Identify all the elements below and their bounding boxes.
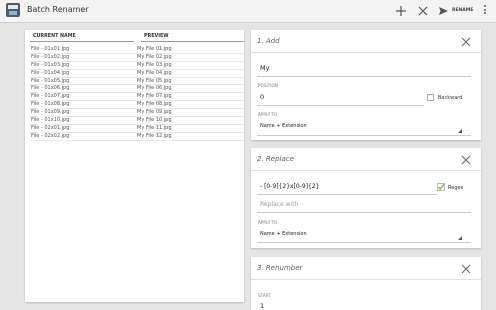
close-icon[interactable]: [416, 4, 430, 18]
preview-name-cell: My File 03.jpg: [137, 61, 172, 68]
preview-name-cell: My File 09.jpg: [137, 109, 172, 116]
add-card-title: 1. Add: [257, 37, 280, 45]
table-row[interactable]: File - 01x04.jpg My File 04.jpg: [30, 70, 244, 78]
current-name-cell: File - 02x02.jpg: [31, 132, 70, 139]
preview-name-cell: My File 01.jpg: [137, 46, 172, 52]
select-underline: [257, 242, 471, 243]
preview-name-cell: My File 02.jpg: [137, 53, 172, 60]
current-name-cell: File - 01x01.jpg: [31, 46, 70, 52]
current-name-cell: File - 01x04.jpg: [31, 69, 70, 76]
table-row[interactable]: File - 01x05.jpg My File 05.jpg: [30, 78, 244, 86]
preview-name-cell: My File 06.jpg: [137, 85, 172, 92]
file-list-panel: CURRENT NAME PREVIEW File - 01x01.jpg My …: [25, 30, 244, 302]
current-name-cell: File - 01x08.jpg: [31, 101, 70, 108]
preview-name-cell: My File 07.jpg: [137, 93, 172, 100]
preview-name-cell: My File 05.jpg: [137, 77, 172, 84]
current-name-cell: File - 01x03.jpg: [31, 61, 70, 68]
batch-renamer-icon: [6, 3, 20, 17]
close-icon[interactable]: [461, 264, 471, 274]
renumber-action-card: 3. Renumber START 1: [251, 257, 481, 310]
dropdown-corner-icon: [458, 129, 462, 133]
file-table-body: File - 01x01.jpg My File 01.jpg File - 01x…: [30, 46, 244, 141]
close-icon[interactable]: [461, 37, 471, 47]
add-text-input[interactable]: My: [260, 64, 269, 72]
action-bar: Batch Renamer RENAME: [0, 0, 496, 23]
backward-label: Backward: [438, 95, 463, 101]
rename-button[interactable]: RENAME: [452, 8, 473, 13]
input-underline: [257, 194, 437, 195]
current-name-cell: File - 01x10.jpg: [31, 117, 70, 124]
replace-action-card: 2. Replace - [0-9]{2}x[0-9]{2} Regex Rep…: [251, 148, 481, 248]
start-label: START: [258, 293, 271, 298]
table-row[interactable]: File - 02x02.jpg My File 12.jpg: [30, 133, 244, 141]
position-label: POSITION: [258, 83, 278, 88]
close-icon[interactable]: [461, 155, 471, 165]
preview-name-cell: My File 11.jpg: [137, 124, 172, 131]
input-underline: [257, 212, 471, 213]
column-header-preview[interactable]: PREVIEW: [141, 34, 244, 42]
card-divider: [251, 52, 481, 53]
table-row[interactable]: File - 01x07.jpg My File 07.jpg: [30, 93, 244, 102]
send-icon[interactable]: [436, 4, 450, 18]
apply-to-select[interactable]: Name + Extension: [260, 231, 307, 237]
find-pattern-input[interactable]: - [0-9]{2}x[0-9]{2}: [260, 183, 320, 190]
current-name-cell: File - 01x07.jpg: [31, 93, 70, 100]
current-name-cell: File - 01x06.jpg: [31, 85, 70, 92]
regex-label: Regex: [448, 185, 464, 191]
preview-name-cell: My File 04.jpg: [137, 69, 172, 76]
column-header-current-name[interactable]: CURRENT NAME: [30, 34, 134, 42]
apply-to-label: APPLY TO: [258, 220, 278, 225]
plus-icon[interactable]: [394, 4, 408, 18]
dropdown-corner-icon: [458, 236, 462, 240]
table-row[interactable]: File - 01x06.jpg My File 06.jpg: [30, 85, 244, 94]
table-row[interactable]: File - 01x02.jpg My File 02.jpg: [30, 54, 244, 62]
add-action-card: 1. Add My POSITION 0 Backward APPLY TO N…: [251, 30, 481, 140]
replace-card-title: 2. Replace: [257, 155, 294, 163]
table-row[interactable]: File - 01x09.jpg My File 09.jpg: [30, 109, 244, 118]
regex-checkbox[interactable]: [437, 183, 445, 191]
current-name-cell: File - 01x09.jpg: [31, 109, 70, 116]
input-underline: [257, 76, 471, 77]
card-divider: [251, 170, 481, 171]
card-divider: [251, 279, 481, 280]
table-row[interactable]: File - 01x03.jpg My File 03.jpg: [30, 62, 244, 70]
table-row[interactable]: File - 01x10.jpg My File 10.jpg: [30, 117, 244, 125]
renumber-card-title: 3. Renumber: [257, 264, 303, 272]
apply-to-label: APPLY TO: [258, 112, 278, 117]
more-vert-icon[interactable]: [483, 5, 487, 17]
preview-name-cell: My File 12.jpg: [137, 132, 172, 139]
backward-checkbox[interactable]: [427, 94, 434, 101]
current-name-cell: File - 01x02.jpg: [31, 53, 70, 60]
table-row[interactable]: File - 02x01.jpg My File 11.jpg: [30, 125, 244, 133]
apply-to-select[interactable]: Name + Extension: [260, 123, 307, 129]
select-underline: [257, 135, 471, 136]
position-input[interactable]: 0: [260, 93, 264, 101]
preview-name-cell: My File 08.jpg: [137, 101, 172, 108]
current-name-cell: File - 02x01.jpg: [31, 124, 70, 131]
preview-name-cell: My File 10.jpg: [137, 117, 172, 124]
input-underline: [257, 105, 424, 106]
table-row[interactable]: File - 01x08.jpg My File 08.jpg: [30, 101, 244, 110]
current-name-cell: File - 01x05.jpg: [31, 77, 70, 84]
app-title: Batch Renamer: [27, 5, 89, 14]
table-row[interactable]: File - 01x01.jpg My File 01.jpg: [30, 46, 244, 54]
replace-with-input[interactable]: Replace with: [260, 201, 298, 208]
start-input[interactable]: 1: [260, 302, 264, 310]
